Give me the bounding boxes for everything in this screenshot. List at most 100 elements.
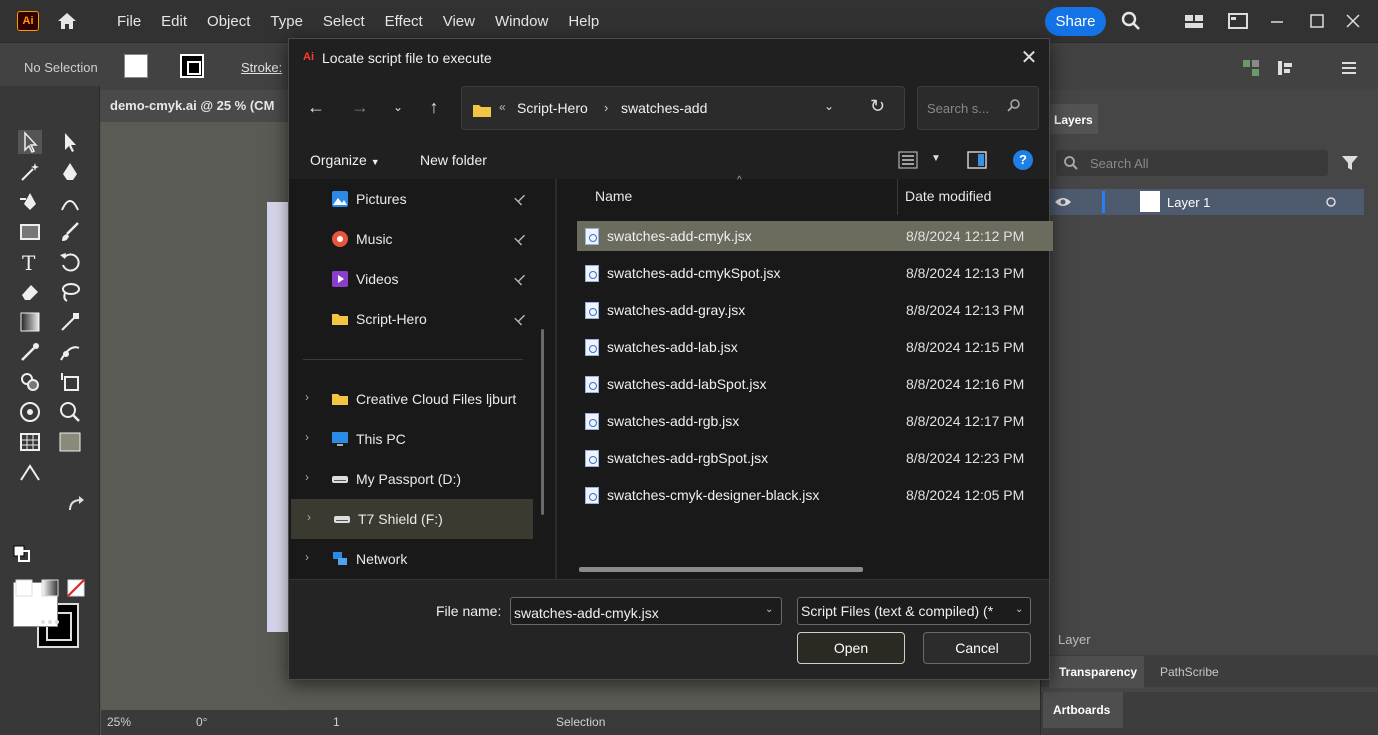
align-icon[interactable] [1275,57,1297,79]
breadcrumb-separator[interactable]: › [604,100,608,115]
file-name-dropdown-icon[interactable]: ⌄ [765,604,773,615]
pathscribe-tab[interactable]: PathScribe [1150,656,1229,688]
expand-chevron-icon[interactable]: › [305,550,309,564]
maximize-icon[interactable] [1306,10,1328,32]
filter-icon[interactable] [1340,153,1360,173]
stroke-label[interactable]: Stroke: [241,60,282,75]
file-row[interactable]: swatches-add-lab.jsx 8/8/2024 12:15 PM [577,332,1053,362]
pin-icon[interactable]: ⊥ [511,229,531,248]
fill-swatch[interactable] [124,54,148,78]
transparency-tab[interactable]: Transparency [1049,656,1144,688]
artboards-tab[interactable]: Artboards [1043,692,1123,728]
paintbrush-tool-icon[interactable] [58,220,82,244]
back-arrow-icon[interactable]: ← [304,95,328,119]
layer-target-icon[interactable] [1326,197,1336,207]
organize-button[interactable]: Organize ▼ [310,152,380,168]
layer-row[interactable]: Layer 1 [1050,189,1364,215]
menu-view[interactable]: View [433,13,485,30]
graph-tool-icon[interactable] [18,430,42,454]
up-arrow-icon[interactable]: ↑ [422,95,446,119]
arrange-icon[interactable] [1240,57,1262,79]
pin-icon[interactable]: ⊥ [511,189,531,208]
column-date-header[interactable]: Date modified [905,188,991,204]
eraser-tool-icon[interactable] [18,280,42,304]
menu-select[interactable]: Select [313,13,375,30]
cancel-button[interactable]: Cancel [923,632,1031,664]
expand-chevron-icon[interactable]: › [305,430,309,444]
lasso-tool-icon[interactable] [58,280,82,304]
file-type-dropdown-icon[interactable]: ⌄ [1015,604,1023,615]
menu-effect[interactable]: Effect [375,13,433,30]
selection-tool-icon[interactable] [18,130,42,154]
workspace-icon[interactable] [1183,10,1205,32]
help-icon[interactable]: ? [1013,150,1033,170]
document-tab[interactable]: demo-cmyk.ai @ 25 % (CM [100,90,290,122]
rotation-angle[interactable]: 0° [196,715,207,729]
minimize-icon[interactable] [1266,10,1288,32]
layers-tab[interactable]: Layers [1048,104,1098,134]
file-row[interactable]: swatches-cmyk-designer-black.jsx 8/8/2024… [577,480,1053,510]
nav-scrollbar[interactable] [541,329,544,515]
file-row[interactable]: swatches-add-rgbSpot.jsx 8/8/2024 12:23 P… [577,443,1053,473]
menu-edit[interactable]: Edit [151,13,197,30]
share-button[interactable]: Share [1045,7,1106,36]
search-icon[interactable] [1120,10,1142,32]
swap-colors-icon[interactable] [65,494,89,518]
preview-pane-icon[interactable] [967,151,987,169]
address-overflow[interactable]: « [499,100,506,114]
visibility-eye-icon[interactable] [1054,196,1072,208]
pin-icon[interactable]: ⊥ [511,309,531,328]
rotate-tool-icon[interactable] [58,250,82,274]
file-name-input[interactable] [510,597,782,625]
blend-tool-icon[interactable] [58,340,82,364]
recent-locations-chevron-icon[interactable]: ⌄ [386,95,410,119]
nav-item-network[interactable]: › Network [289,539,539,579]
pen-tool-icon[interactable] [58,160,82,184]
address-dropdown-chevron-icon[interactable]: ⌄ [824,99,834,113]
menu-file[interactable]: File [107,13,151,30]
menu-object[interactable]: Object [197,13,260,30]
nav-item-pictures[interactable]: Pictures ⊥ [289,179,539,219]
zoom-level[interactable]: 25% [107,715,131,729]
expand-chevron-icon[interactable]: › [305,470,309,484]
default-colors-icon[interactable] [12,544,36,568]
mesh-tool-icon[interactable] [58,310,82,334]
column-splitter[interactable] [897,179,898,215]
layer-name[interactable]: Layer 1 [1167,195,1210,210]
close-icon[interactable]: ✕ [1013,45,1045,71]
nav-item-music[interactable]: Music ⊥ [289,219,539,259]
file-row[interactable]: swatches-add-rgb.jsx 8/8/2024 12:17 PM [577,406,1053,436]
eyedropper-tool-icon[interactable] [18,340,42,364]
search-input[interactable]: Search s... [917,86,1039,130]
dialog-titlebar[interactable]: Ai Locate script file to execute ✕ [289,39,1049,77]
address-bar[interactable]: « Script-Hero › swatches-add ⌄ ↻ [461,86,905,130]
open-button[interactable]: Open [797,632,905,664]
panel-layout-icon[interactable] [1227,10,1249,32]
file-row[interactable]: swatches-add-gray.jsx 8/8/2024 12:13 PM [577,295,1053,325]
nav-item-this[interactable]: › This PC [289,419,539,459]
rectangle-tool-icon[interactable] [18,220,42,244]
new-folder-button[interactable]: New folder [420,152,487,168]
breadcrumb-swatches-add[interactable]: swatches-add [621,100,707,116]
control-menu-icon[interactable] [1338,57,1360,79]
artboard-number[interactable]: 1 [333,715,340,729]
curvature-tool-icon[interactable] [58,190,82,214]
expand-chevron-icon[interactable]: › [307,510,311,524]
nav-item-my[interactable]: › My Passport (D:) [289,459,539,499]
forward-arrow-icon[interactable]: → [348,95,372,119]
artboard[interactable] [267,202,289,632]
image-trace-tool-icon[interactable] [58,430,82,454]
layers-search-input[interactable]: Search All [1056,150,1328,176]
zoom-tool-icon[interactable] [58,400,82,424]
view-chevron-icon[interactable]: ▼ [931,153,941,164]
more-tools-icon[interactable] [38,610,62,634]
home-icon[interactable] [56,10,78,32]
horizontal-scrollbar[interactable] [579,567,863,572]
gradient-mode-icon[interactable] [40,576,64,600]
artboard-tool-icon[interactable] [58,370,82,394]
stroke-swatch[interactable] [180,54,204,78]
file-type-select[interactable]: Script Files (text & compiled) (* [797,597,1031,625]
none-mode-icon[interactable] [66,576,90,600]
nav-item-t7[interactable]: › T7 Shield (F:) [291,499,533,539]
file-row[interactable]: swatches-add-cmykSpot.jsx 8/8/2024 12:13 … [577,258,1053,288]
